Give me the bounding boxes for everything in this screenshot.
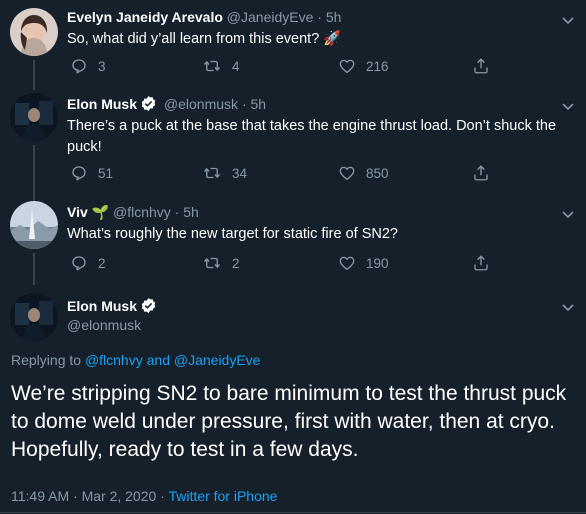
separator-dot: · bbox=[160, 488, 165, 504]
retweet-count: 34 bbox=[232, 165, 248, 181]
tweet-time[interactable]: 5h bbox=[183, 204, 199, 220]
avatar-image bbox=[10, 293, 58, 341]
replying-prefix: Replying to bbox=[11, 352, 82, 368]
reply-count: 51 bbox=[98, 165, 114, 181]
heart-icon bbox=[338, 57, 356, 75]
retweet-button[interactable]: 34 bbox=[202, 164, 247, 182]
retweet-count: 4 bbox=[232, 58, 240, 74]
bottom-divider bbox=[0, 512, 586, 513]
mention-link[interactable]: @JaneidyEve bbox=[174, 352, 261, 368]
reply-icon bbox=[70, 57, 88, 75]
user-handle[interactable]: @JaneidyEve bbox=[227, 9, 314, 25]
chevron-down-icon[interactable] bbox=[560, 206, 576, 222]
retweet-button[interactable]: 4 bbox=[202, 57, 240, 75]
tweet-text: So, what did y’all learn from this event… bbox=[67, 31, 342, 47]
avatar-image bbox=[10, 8, 58, 56]
separator-dot: · bbox=[241, 96, 247, 112]
tweet-actions: 3 4 216 bbox=[67, 57, 507, 77]
user-handle[interactable]: @elonmusk bbox=[67, 317, 141, 333]
like-count: 216 bbox=[366, 58, 389, 74]
like-button[interactable]: 190 bbox=[338, 254, 389, 272]
separator-dot: · bbox=[73, 488, 78, 504]
heart-icon bbox=[338, 254, 356, 272]
user-handle[interactable]: @elonmusk bbox=[164, 96, 238, 112]
tweet-time[interactable]: 5h bbox=[326, 9, 342, 25]
tweet-header: Elon Musk bbox=[67, 297, 160, 314]
tweet-header: Evelyn Janeidy Arevalo @JaneidyEve · 5h bbox=[67, 9, 341, 25]
tweet-2[interactable]: Elon Musk @elonmusk · 5h There’s a puck … bbox=[0, 86, 586, 201]
avatar[interactable] bbox=[10, 93, 58, 141]
avatar[interactable] bbox=[10, 8, 58, 56]
mention-link[interactable]: @flcnhvy bbox=[85, 352, 143, 368]
tweet-1[interactable]: Evelyn Janeidy Arevalo @JaneidyEve · 5h … bbox=[0, 0, 586, 90]
heart-icon bbox=[338, 164, 356, 182]
share-button[interactable] bbox=[472, 57, 500, 75]
retweet-icon bbox=[202, 254, 222, 272]
replying-to: Replying to @flcnhvy and @JaneidyEve bbox=[11, 352, 260, 368]
tweet-time[interactable]: 11:49 AM bbox=[11, 488, 69, 504]
chevron-down-icon[interactable] bbox=[560, 12, 576, 28]
thread-line bbox=[33, 253, 35, 285]
tweet-actions: 2 2 190 bbox=[67, 254, 507, 274]
retweet-count: 2 bbox=[232, 255, 240, 271]
replying-and[interactable]: and bbox=[147, 352, 170, 368]
share-icon bbox=[472, 57, 490, 75]
retweet-icon bbox=[202, 57, 222, 75]
user-handle-line: @elonmusk bbox=[67, 317, 141, 333]
chevron-down-icon[interactable] bbox=[560, 98, 576, 114]
tweet-header: Viv 🌱 @flcnhvy · 5h bbox=[67, 204, 199, 221]
avatar[interactable] bbox=[10, 201, 58, 249]
seedling-emoji: 🌱 bbox=[91, 204, 110, 220]
like-button[interactable]: 850 bbox=[338, 164, 389, 182]
share-button[interactable] bbox=[472, 164, 500, 182]
display-name[interactable]: Evelyn Janeidy Arevalo bbox=[67, 9, 223, 25]
avatar[interactable] bbox=[10, 293, 58, 341]
tweet-actions: 51 34 850 bbox=[67, 164, 507, 184]
tweet-date[interactable]: Mar 2, 2020 bbox=[82, 488, 157, 504]
tweet-time[interactable]: 5h bbox=[251, 96, 267, 112]
retweet-button[interactable]: 2 bbox=[202, 254, 240, 272]
tweet-3[interactable]: Viv 🌱 @flcnhvy · 5h What’s roughly the n… bbox=[0, 193, 586, 285]
reply-icon bbox=[70, 164, 88, 182]
tweet-text: What’s roughly the new target for static… bbox=[67, 226, 398, 242]
tweet-text: There’s a puck at the base that takes th… bbox=[67, 118, 557, 155]
tweet-meta: 11:49 AM · Mar 2, 2020 · Twitter for iPh… bbox=[11, 488, 277, 504]
display-name[interactable]: Viv bbox=[67, 204, 88, 220]
user-handle[interactable]: @flcnhvy bbox=[113, 204, 171, 220]
retweet-icon bbox=[202, 164, 222, 182]
tweet-header: Elon Musk @elonmusk · 5h bbox=[67, 95, 266, 112]
reply-button[interactable]: 51 bbox=[70, 164, 113, 182]
display-name[interactable]: Elon Musk bbox=[67, 96, 137, 112]
chevron-down-icon[interactable] bbox=[560, 299, 576, 315]
separator-dot: · bbox=[317, 9, 322, 25]
display-name[interactable]: Elon Musk bbox=[67, 298, 137, 314]
reply-button[interactable]: 2 bbox=[70, 254, 106, 272]
reply-icon bbox=[70, 254, 88, 272]
avatar-image bbox=[10, 201, 58, 249]
avatar-image bbox=[10, 93, 58, 141]
verified-badge-icon bbox=[140, 297, 157, 314]
reply-count: 3 bbox=[98, 58, 106, 74]
share-icon bbox=[472, 254, 490, 272]
verified-badge-icon bbox=[140, 95, 157, 112]
reply-count: 2 bbox=[98, 255, 106, 271]
share-icon bbox=[472, 164, 490, 182]
share-button[interactable] bbox=[472, 254, 500, 272]
separator-dot: · bbox=[174, 204, 180, 220]
reply-button[interactable]: 3 bbox=[70, 57, 106, 75]
like-button[interactable]: 216 bbox=[338, 57, 389, 75]
main-tweet-text: We’re stripping SN2 to bare minimum to t… bbox=[11, 382, 567, 461]
like-count: 190 bbox=[366, 255, 389, 271]
like-count: 850 bbox=[366, 165, 389, 181]
client-link[interactable]: Twitter for iPhone bbox=[169, 488, 278, 504]
